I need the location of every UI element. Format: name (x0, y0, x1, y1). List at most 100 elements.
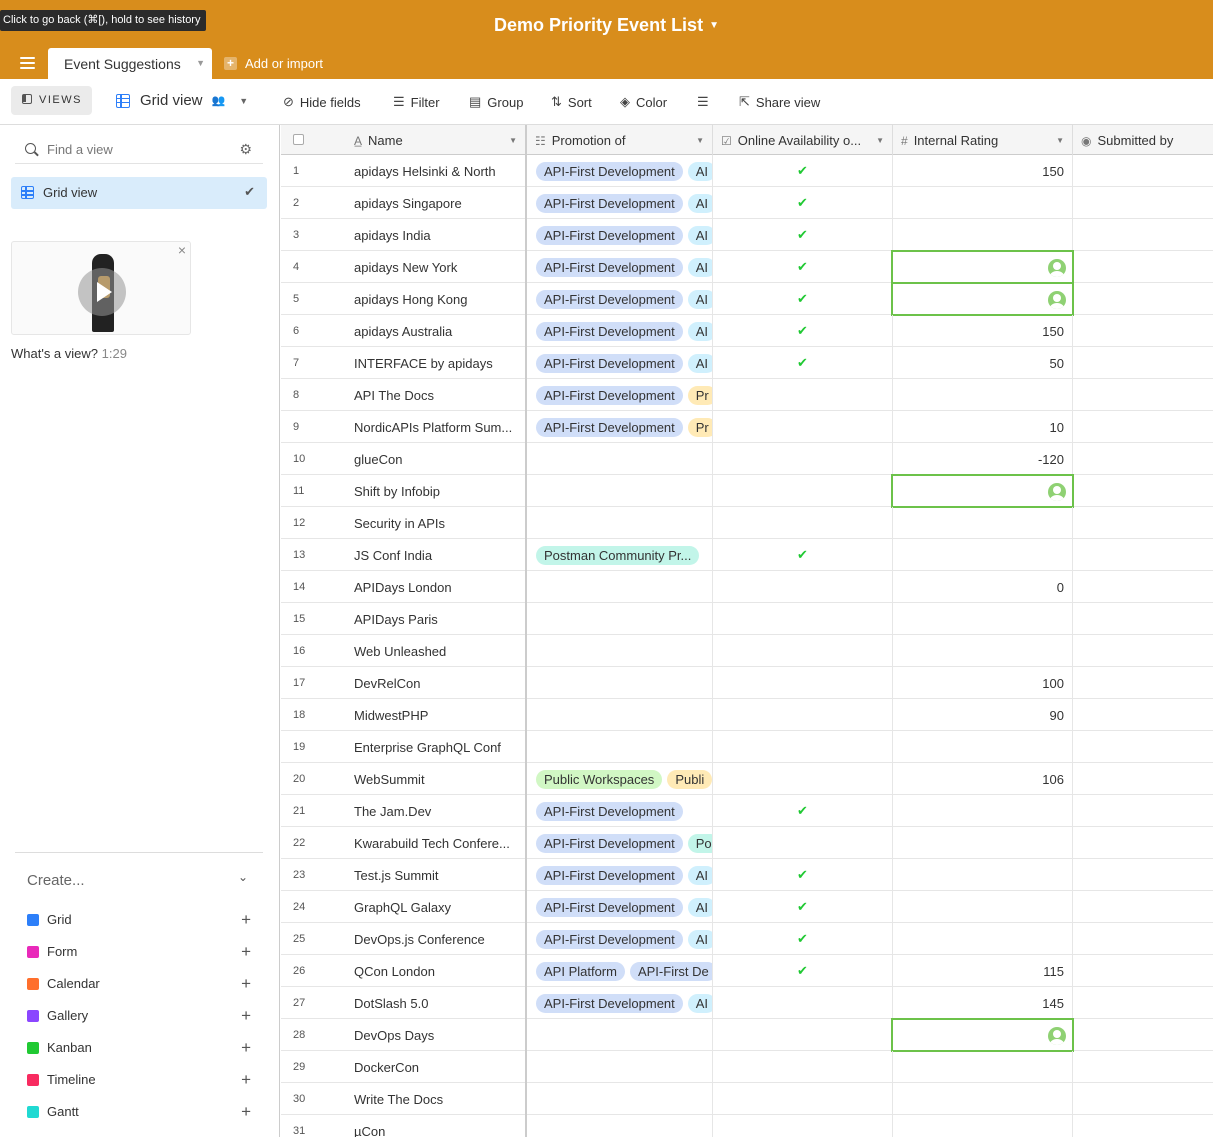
internal-rating-cell[interactable] (893, 539, 1073, 571)
online-availability-cell[interactable] (713, 827, 893, 859)
online-availability-cell[interactable]: ✔ (713, 795, 893, 827)
promotion-cell[interactable] (527, 1083, 713, 1115)
close-icon[interactable]: × (178, 242, 186, 258)
table-row[interactable]: 28 DevOps Days (281, 1019, 1213, 1051)
plus-icon[interactable]: + (241, 1070, 251, 1090)
create-item-calendar[interactable]: Calendar + (27, 974, 251, 993)
promotion-cell[interactable] (527, 731, 713, 763)
internal-rating-cell[interactable]: 145 (893, 987, 1073, 1019)
submitted-by-cell[interactable] (1073, 443, 1213, 475)
name-cell[interactable]: The Jam.Dev (345, 795, 527, 827)
plus-icon[interactable]: + (241, 1038, 251, 1058)
name-cell[interactable]: NordicAPIs Platform Sum... (345, 411, 527, 443)
table-row[interactable]: 21 The Jam.Dev API-First Development ✔ (281, 795, 1213, 827)
promotion-cell[interactable] (527, 635, 713, 667)
online-availability-cell[interactable] (713, 1051, 893, 1083)
online-availability-cell[interactable] (713, 1083, 893, 1115)
online-availability-cell[interactable]: ✔ (713, 891, 893, 923)
online-availability-cell[interactable] (713, 443, 893, 475)
video-caption[interactable]: What's a view? 1:29 (11, 346, 127, 361)
table-row[interactable]: 26 QCon London API Platform API-First De ✔ 11… (281, 955, 1213, 987)
chevron-down-icon[interactable]: ▼ (709, 20, 719, 31)
online-availability-cell[interactable] (713, 763, 893, 795)
table-row[interactable]: 17 DevRelCon 100 (281, 667, 1213, 699)
online-availability-cell[interactable] (713, 603, 893, 635)
table-row[interactable]: 20 WebSummit Public Workspaces Publi 106 (281, 763, 1213, 795)
internal-rating-cell[interactable]: 50 (893, 347, 1073, 379)
table-row[interactable]: 24 GraphQL Galaxy API-First Development AI ✔ (281, 891, 1213, 923)
tab-event-suggestions[interactable]: Event Suggestions ▼ (48, 48, 212, 79)
promotion-cell[interactable]: API-First Development AI (527, 891, 713, 923)
promotion-cell[interactable]: API-First Development AI (527, 283, 713, 315)
internal-rating-cell[interactable]: -120 (893, 443, 1073, 475)
promotion-cell[interactable]: API-First Development AI (527, 187, 713, 219)
online-availability-cell[interactable] (713, 1115, 893, 1137)
table-row[interactable]: 19 Enterprise GraphQL Conf (281, 731, 1213, 763)
promotion-cell[interactable]: API-First Development AI (527, 923, 713, 955)
table-row[interactable]: 1 apidays Helsinki & North API-First Devel… (281, 155, 1213, 187)
internal-rating-cell[interactable] (893, 1115, 1073, 1137)
create-section-header[interactable]: Create... (27, 872, 85, 889)
online-availability-cell[interactable]: ✔ (713, 955, 893, 987)
views-toggle-button[interactable]: VIEWS (11, 86, 92, 115)
internal-rating-cell[interactable]: 150 (893, 315, 1073, 347)
name-cell[interactable]: Kwarabuild Tech Confere... (345, 827, 527, 859)
online-availability-cell[interactable]: ✔ (713, 187, 893, 219)
promotion-cell[interactable]: API-First Development Pr (527, 379, 713, 411)
table-row[interactable]: 22 Kwarabuild Tech Confere... API-First De… (281, 827, 1213, 859)
row-height-button[interactable]: ☰ (697, 94, 709, 110)
internal-rating-cell[interactable] (893, 795, 1073, 827)
plus-icon[interactable]: + (241, 1102, 251, 1122)
internal-rating-cell[interactable] (893, 219, 1073, 251)
name-cell[interactable]: glueCon (345, 443, 527, 475)
submitted-by-cell[interactable] (1073, 539, 1213, 571)
online-availability-cell[interactable] (713, 699, 893, 731)
select-all-checkbox[interactable] (293, 134, 304, 145)
promotion-cell[interactable] (527, 475, 713, 507)
submitted-by-cell[interactable] (1073, 379, 1213, 411)
online-availability-cell[interactable] (713, 411, 893, 443)
internal-rating-cell[interactable]: 10 (893, 411, 1073, 443)
submitted-by-cell[interactable] (1073, 1115, 1213, 1137)
name-cell[interactable]: DevOps Days (345, 1019, 527, 1051)
submitted-by-cell[interactable] (1073, 507, 1213, 539)
chevron-down-icon[interactable]: ▼ (1056, 136, 1064, 145)
internal-rating-cell[interactable] (893, 507, 1073, 539)
internal-rating-cell[interactable] (893, 1019, 1073, 1051)
hamburger-menu-icon[interactable] (20, 57, 35, 69)
create-item-timeline[interactable]: Timeline + (27, 1070, 251, 1090)
internal-rating-cell[interactable] (893, 731, 1073, 763)
table-row[interactable]: 27 DotSlash 5.0 API-First Development AI 145 (281, 987, 1213, 1019)
internal-rating-cell[interactable] (893, 923, 1073, 955)
name-cell[interactable]: apidays Hong Kong (345, 283, 527, 315)
name-cell[interactable]: Security in APIs (345, 507, 527, 539)
submitted-by-cell[interactable] (1073, 571, 1213, 603)
online-availability-cell[interactable] (713, 571, 893, 603)
promotion-cell[interactable]: API Platform API-First De (527, 955, 713, 987)
view-tutorial-video[interactable]: × (11, 241, 191, 335)
submitted-by-cell[interactable] (1073, 763, 1213, 795)
table-row[interactable]: 5 apidays Hong Kong API-First Development A… (281, 283, 1213, 315)
submitted-by-cell[interactable] (1073, 1051, 1213, 1083)
submitted-by-cell[interactable] (1073, 827, 1213, 859)
base-title-text[interactable]: Demo Priority Event List (494, 15, 703, 35)
gear-icon[interactable]: ⚙ (239, 141, 252, 158)
create-item-grid[interactable]: Grid + (27, 910, 251, 930)
table-row[interactable]: 8 API The Docs API-First Development Pr (281, 379, 1213, 411)
internal-rating-cell[interactable]: 115 (893, 955, 1073, 987)
column-header-promotion[interactable]: ☷ Promotion of ▼ (527, 125, 713, 155)
internal-rating-cell[interactable] (893, 891, 1073, 923)
color-button[interactable]: ◈ Color (620, 94, 667, 110)
online-availability-cell[interactable]: ✔ (713, 315, 893, 347)
promotion-cell[interactable] (527, 507, 713, 539)
online-availability-cell[interactable] (713, 475, 893, 507)
name-cell[interactable]: apidays Helsinki & North (345, 155, 527, 187)
name-cell[interactable]: APIDays London (345, 571, 527, 603)
promotion-cell[interactable] (527, 1019, 713, 1051)
online-availability-cell[interactable]: ✔ (713, 347, 893, 379)
online-availability-cell[interactable] (713, 667, 893, 699)
plus-icon[interactable]: + (241, 910, 251, 930)
submitted-by-cell[interactable] (1073, 187, 1213, 219)
column-header-submitted[interactable]: ◉ Submitted by (1073, 125, 1213, 155)
internal-rating-cell[interactable]: 106 (893, 763, 1073, 795)
